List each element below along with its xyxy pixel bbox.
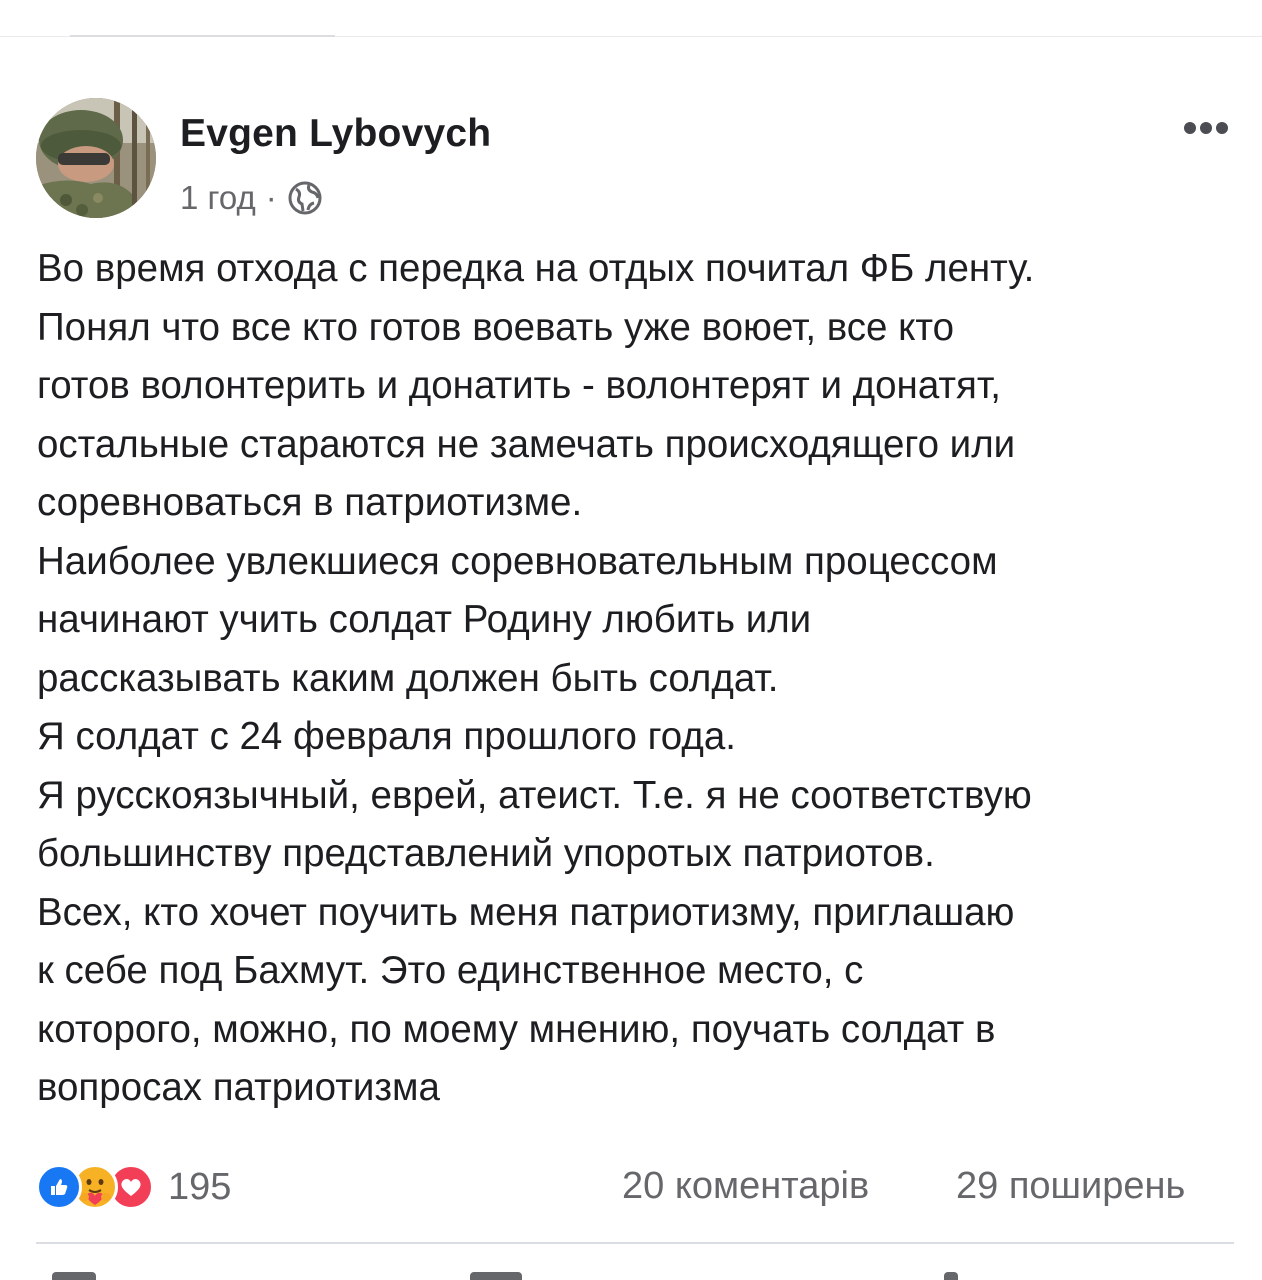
- post-line: Я солдат с 24 февраля прошлого года.: [37, 715, 736, 758]
- post-line: начинают учить солдат Родину любить или: [37, 598, 812, 641]
- reactions-summary[interactable]: 195: [36, 1162, 231, 1212]
- author-name[interactable]: Evgen Lybovych: [180, 112, 491, 156]
- footer-divider: [36, 1242, 1234, 1244]
- post-line: большинству представлений упоротых патри…: [37, 832, 935, 875]
- post-line: вопросах патриотизма: [37, 1066, 440, 1109]
- like-icon: [36, 1164, 82, 1210]
- post-text: Во время отхода с передка на отдых почит…: [37, 240, 1237, 1118]
- avatar-photo: [36, 98, 156, 218]
- avatar[interactable]: [36, 98, 156, 218]
- post-line: Наиболее увлекшиеся соревновательным про…: [37, 539, 998, 583]
- shares-count-link[interactable]: 29 поширень: [956, 1165, 1185, 1208]
- post-line: Понял что все кто готов воевать уже воюе…: [37, 305, 955, 349]
- post-line: которого, можно, по моему мнению, поучат…: [37, 1007, 996, 1051]
- post-line: рассказывать каким должен быть солдат.: [37, 656, 779, 700]
- post-time[interactable]: 1 год: [180, 179, 256, 217]
- meta-separator: ·: [265, 179, 277, 216]
- more-dot: [1216, 122, 1228, 134]
- post-line: Всех, кто хочет поучить меня патриотизму…: [37, 890, 1015, 934]
- post-line: соревноваться в патриотизме.: [37, 481, 583, 524]
- post-line: остальные стараются не замечать происход…: [37, 422, 1016, 466]
- comments-count-link[interactable]: 20 коментарів: [622, 1165, 869, 1208]
- post-line: Я русскоязычный, еврей, атеист. Т.е. я н…: [37, 773, 1032, 817]
- share-button-icon[interactable]: [944, 1272, 958, 1280]
- reaction-count: 195: [168, 1165, 232, 1208]
- top-tab-indicator: [70, 35, 335, 37]
- post-line: готов волонтерить и донатить - волонтеря…: [37, 364, 1001, 407]
- more-dot: [1184, 122, 1196, 134]
- post-line: к себе под Бахмут. Это единственное мест…: [37, 949, 864, 992]
- like-button-icon[interactable]: [52, 1272, 96, 1280]
- post-line: Во время отхода с передка на отдых почит…: [37, 247, 1035, 290]
- more-dot: [1200, 122, 1212, 134]
- post-meta: 1 год ·: [180, 176, 323, 220]
- comment-button-icon[interactable]: [470, 1272, 522, 1280]
- more-options-button[interactable]: [1176, 110, 1236, 146]
- globe-icon[interactable]: [287, 180, 323, 216]
